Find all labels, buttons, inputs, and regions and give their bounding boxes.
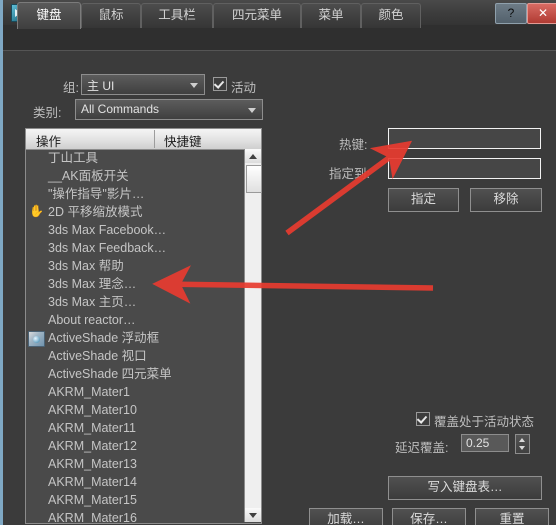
close-button[interactable]: ✕ <box>527 3 556 24</box>
list-item[interactable]: AKRM_Mater10 <box>26 401 244 419</box>
command-list-body[interactable]: 丁山工具 __AK面板开关 "操作指导"影片… 2D 平移缩放模式 3ds Max Fa… <box>26 149 244 522</box>
override-active-checkbox[interactable] <box>416 412 430 426</box>
tab-6[interactable]: 颜色 <box>361 3 421 28</box>
list-item[interactable]: AKRM_Mater13 <box>26 455 244 473</box>
group-select-value: 主 UI <box>87 79 115 93</box>
scroll-up-icon[interactable] <box>245 149 261 163</box>
save-button[interactable]: 保存… <box>392 508 466 525</box>
list-item-label: ActiveShade 浮动框 <box>48 331 160 345</box>
active-checkbox[interactable] <box>213 77 227 91</box>
list-item[interactable]: ActiveShade 视口 <box>26 347 244 365</box>
tab-4[interactable]: 四元菜单 <box>213 3 301 28</box>
category-select[interactable]: All Commands <box>75 99 263 120</box>
command-list-scrollbar[interactable] <box>244 149 262 522</box>
list-item-label: 2D 平移缩放模式 <box>48 205 143 219</box>
chevron-down-icon <box>248 108 256 113</box>
category-label: 类别: <box>33 106 62 120</box>
active-checkbox-label: 活动 <box>231 81 257 95</box>
group-label: 组: <box>63 81 79 95</box>
tab-underline <box>3 50 556 54</box>
list-item[interactable]: About reactor… <box>26 311 244 329</box>
list-item[interactable]: AKRM_Mater11 <box>26 419 244 437</box>
list-item-label: 3ds Max Facebook… <box>48 223 167 237</box>
tab-1[interactable]: 键盘 <box>17 2 81 29</box>
list-item-label: AKRM_Mater10 <box>48 403 137 417</box>
category-select-value: All Commands <box>81 102 160 116</box>
customize-ui-dialog: 自定义用户界面 ? ✕ 键盘鼠标工具栏四元菜单菜单颜色 组: 主 UI 活动 类… <box>0 0 556 525</box>
assigned-to-input[interactable] <box>388 158 541 179</box>
list-item-label: AKRM_Mater13 <box>48 457 137 471</box>
list-item-label: AKRM_Mater1 <box>48 385 130 399</box>
override-active-label: 覆盖处于活动状态 <box>434 415 535 429</box>
scroll-down-icon[interactable] <box>245 508 261 522</box>
list-item[interactable]: 3ds Max Feedback… <box>26 239 244 257</box>
list-item[interactable]: 丁山工具 <box>26 149 244 167</box>
list-item[interactable]: 3ds Max Facebook… <box>26 221 244 239</box>
list-item-label: __AK面板开关 <box>48 169 129 183</box>
assigned-to-label: 指定到: <box>329 167 370 181</box>
list-item[interactable]: 2D 平移缩放模式 <box>26 202 244 221</box>
list-item-label: AKRM_Mater11 <box>48 421 136 435</box>
list-item-label: AKRM_Mater14 <box>48 475 137 489</box>
reset-button[interactable]: 重置 <box>475 508 549 525</box>
list-item[interactable]: AKRM_Mater12 <box>26 437 244 455</box>
tab-5[interactable]: 菜单 <box>301 3 361 28</box>
assign-button[interactable]: 指定 <box>388 188 459 212</box>
scrollbar-thumb[interactable] <box>246 165 262 193</box>
list-item[interactable]: 3ds Max 主页… <box>26 293 244 311</box>
list-item-label: "操作指导"影片… <box>48 187 145 201</box>
list-item-label: AKRM_Mater12 <box>48 439 137 453</box>
list-item[interactable]: ActiveShade 四元菜单 <box>26 365 244 383</box>
list-item-label: ActiveShade 四元菜单 <box>48 367 172 381</box>
delay-override-label: 延迟覆盖: <box>395 441 449 455</box>
list-item[interactable]: 3ds Max 帮助 <box>26 257 244 275</box>
activeshade-icon <box>28 331 45 347</box>
delay-override-stepper[interactable] <box>515 434 530 454</box>
chevron-down-icon <box>190 83 198 88</box>
column-header-action: 操作 <box>36 135 62 149</box>
list-item-label: ActiveShade 视口 <box>48 349 147 363</box>
list-item[interactable]: "操作指导"影片… <box>26 185 244 203</box>
write-keyboard-table-button[interactable]: 写入键盘表… <box>388 476 542 500</box>
remove-button[interactable]: 移除 <box>470 188 542 212</box>
tab-2[interactable]: 鼠标 <box>81 3 141 28</box>
list-item-label: 丁山工具 <box>48 151 99 165</box>
list-item[interactable]: AKRM_Mater15 <box>26 491 244 509</box>
tab-strip <box>3 25 556 53</box>
command-list-header: 操作 快捷键 <box>26 129 261 150</box>
list-item-label: AKRM_Mater16 <box>48 511 137 522</box>
hand-icon <box>28 202 44 220</box>
hotkey-input[interactable] <box>388 128 541 149</box>
list-item-label: 3ds Max Feedback… <box>48 241 167 255</box>
list-item[interactable]: __AK面板开关 <box>26 167 244 185</box>
list-item[interactable]: AKRM_Mater1 <box>26 383 244 401</box>
hotkey-label: 热键: <box>339 138 368 152</box>
command-list[interactable]: 操作 快捷键 丁山工具 __AK面板开关 "操作指导"影片… 2D 平移缩放模式 3ds… <box>25 128 262 524</box>
group-select[interactable]: 主 UI <box>81 74 205 95</box>
tab-3[interactable]: 工具栏 <box>141 3 213 28</box>
list-item[interactable]: 3ds Max 理念… <box>26 275 244 293</box>
list-item-label: About reactor… <box>48 313 136 327</box>
list-item-label: 3ds Max 帮助 <box>48 259 124 273</box>
list-item[interactable]: AKRM_Mater16 <box>26 509 244 522</box>
column-header-shortcut: 快捷键 <box>164 135 202 149</box>
delay-override-input[interactable]: 0.25 <box>461 434 509 452</box>
help-button[interactable]: ? <box>495 3 527 24</box>
list-item[interactable]: AKRM_Mater14 <box>26 473 244 491</box>
load-button[interactable]: 加载… <box>309 508 383 525</box>
list-item-label: 3ds Max 主页… <box>48 295 137 309</box>
list-item-label: AKRM_Mater15 <box>48 493 137 507</box>
list-item-label: 3ds Max 理念… <box>48 277 137 291</box>
list-item[interactable]: ActiveShade 浮动框 <box>26 329 244 347</box>
column-divider <box>154 130 155 148</box>
